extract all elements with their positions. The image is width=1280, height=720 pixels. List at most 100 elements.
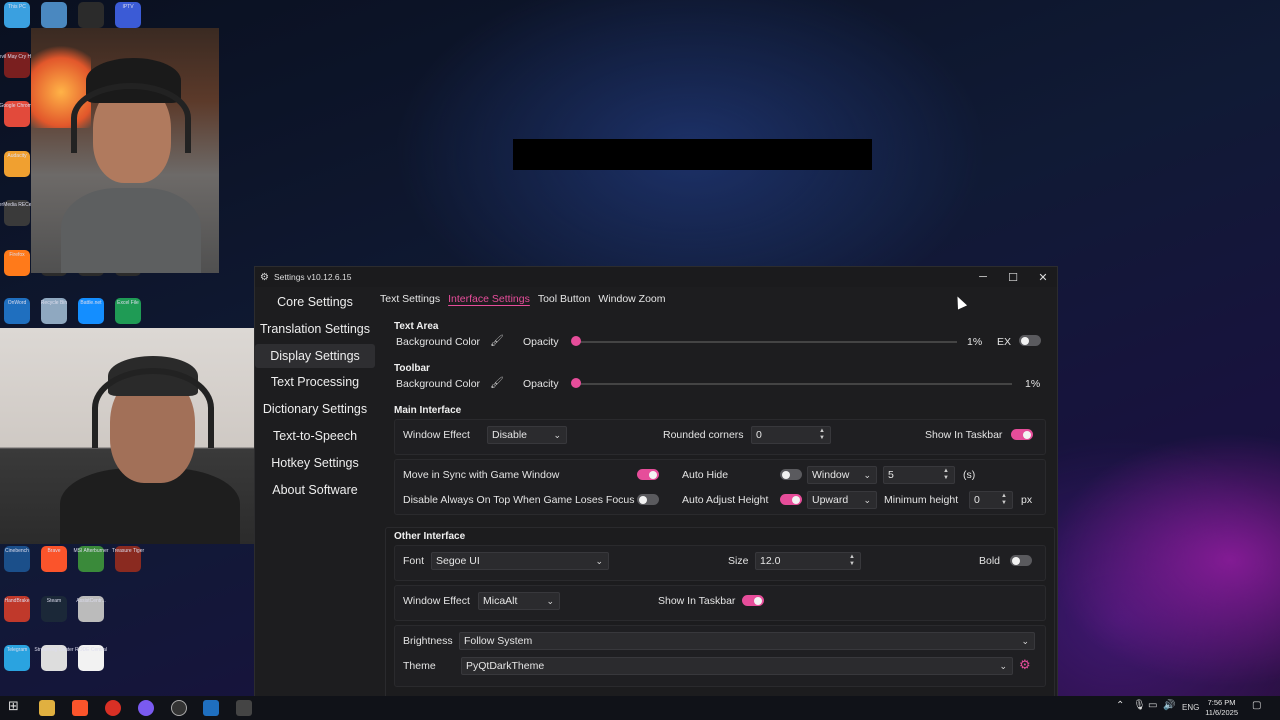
clock-date: 11/6/2025 [1205, 708, 1238, 717]
font-value: Segoe UI [436, 555, 480, 567]
desktop-shortcut[interactable]: Devil May Cry HD... [0, 52, 39, 78]
tab-text-settings[interactable]: Text Settings [380, 293, 440, 305]
bold-toggle[interactable] [1010, 555, 1032, 566]
desktop-shortcut[interactable] [37, 2, 71, 28]
spin-arrows-icon[interactable]: ▲ ▼ [943, 468, 949, 482]
chevron-down-icon: ⌄ [1021, 636, 1029, 646]
text-area-opacity-value: 1% [967, 336, 983, 348]
desktop-shortcut[interactable]: HandBrake [0, 596, 34, 622]
other-show-taskbar-toggle[interactable] [742, 595, 764, 606]
main-window-effect-select[interactable]: Disable ⌄ [487, 426, 567, 444]
microphone-icon[interactable]: 🎙 [1133, 700, 1146, 711]
network-icon[interactable]: ▭ [1148, 700, 1157, 711]
desktop-shortcut[interactable]: OnWord [0, 298, 34, 324]
translator-taskbar-icon[interactable] [203, 700, 219, 716]
tray-chevron-up-icon[interactable]: ⌃ [1116, 700, 1124, 711]
brightness-select[interactable]: Follow System ⌄ [459, 632, 1035, 650]
title-bar[interactable]: ⚙ Settings v10.12.6.15 [255, 267, 1057, 287]
text-area-color-picker-icon[interactable]: 🖌 [490, 334, 504, 347]
auto-hide-toggle[interactable] [780, 469, 802, 480]
toolbar-color-picker-icon[interactable]: 🖌 [490, 376, 504, 389]
spin-arrows-icon[interactable]: ▲ ▼ [849, 554, 855, 568]
font-select[interactable]: Segoe UI ⌄ [431, 552, 609, 570]
language-indicator[interactable]: ENG [1182, 703, 1199, 712]
windows-start-icon[interactable]: ⊞ [8, 698, 19, 714]
desktop-shortcut[interactable]: Audacity [0, 151, 34, 177]
desktop-shortcut[interactable] [74, 2, 108, 28]
desktop-shortcut-label: Recycle Bin [40, 300, 68, 306]
tab-interface-settings[interactable]: Interface Settings [448, 293, 530, 305]
sidebar-item-about-software[interactable]: About Software [255, 478, 375, 502]
desktop-shortcut[interactable]: Battle.net [74, 298, 108, 324]
auto-height-direction-select[interactable]: Upward ⌄ [807, 491, 877, 509]
desktop-shortcut-label: Google Chrome [0, 103, 35, 109]
always-on-top-label: Disable Always On Top When Game Loses Fo… [403, 494, 635, 506]
chevron-down-icon: ⌄ [863, 470, 871, 480]
chrome-taskbar-icon[interactable] [105, 700, 121, 716]
minimize-button[interactable]: ─ [968, 269, 998, 285]
auto-adjust-height-toggle[interactable] [780, 494, 802, 505]
sync-game-window-toggle[interactable] [637, 469, 659, 480]
desktop-shortcut-label: Firefox [9, 252, 25, 258]
desktop-shortcut[interactable]: Streaming Center [34, 645, 74, 671]
minimum-height-spinbox[interactable]: 0 ▲ ▼ [969, 491, 1013, 509]
theme-select[interactable]: PyQtDarkTheme ⌄ [461, 657, 1013, 675]
sidebar-item-text-processing[interactable]: Text Processing [255, 370, 375, 394]
desktop-shortcut[interactable]: Firefox [0, 250, 34, 276]
tab-window-zoom[interactable]: Window Zoom [598, 293, 665, 305]
desktop-shortcut[interactable]: Cinebench [0, 546, 34, 572]
desktop-shortcut[interactable]: Steam [37, 596, 71, 622]
settings-gear-icon: ⚙ [260, 271, 269, 283]
app-taskbar-icon[interactable] [138, 700, 154, 716]
desktop-shortcut[interactable]: AVerMedia RECentral [0, 200, 41, 226]
desktop-shortcut[interactable]: MSI Afterburner [74, 546, 109, 572]
always-on-top-toggle[interactable] [637, 494, 659, 505]
desktop-shortcut-label: Steam [46, 598, 62, 604]
close-button[interactable]: ✕ [1028, 269, 1058, 285]
sidebar-item-hotkey-settings[interactable]: Hotkey Settings [255, 451, 375, 475]
tab-tool-button[interactable]: Tool Button [538, 293, 591, 305]
sidebar-item-text-to-speech[interactable]: Text-to-Speech [255, 424, 375, 448]
auto-hide-seconds-spinbox[interactable]: 5 ▲ ▼ [883, 466, 955, 484]
sidebar-item-display-settings[interactable]: Display Settings [255, 343, 375, 368]
toolbar-opacity-slider[interactable] [572, 383, 1012, 385]
rounded-corners-label: Rounded corners [663, 429, 744, 441]
toolbar-opacity-handle[interactable] [571, 378, 582, 388]
main-show-taskbar-toggle[interactable] [1011, 429, 1033, 440]
text-area-opacity-slider[interactable] [572, 341, 957, 343]
desktop-shortcut[interactable]: Brave [37, 546, 71, 572]
auto-hide-unit: (s) [963, 469, 976, 481]
desktop-shortcut[interactable]: AssistCentr... [74, 596, 108, 622]
desktop-shortcut[interactable]: Excel File [111, 298, 145, 324]
spin-arrows-icon[interactable]: ▲ ▼ [819, 428, 825, 442]
desktop-shortcut[interactable]: This PC [0, 2, 34, 28]
auto-hide-mode-select[interactable]: Window ⌄ [807, 466, 877, 484]
maximize-button[interactable]: ☐ [998, 269, 1028, 285]
desktop-shortcut[interactable]: RODE Central [74, 645, 108, 671]
sidebar-item-dictionary-settings[interactable]: Dictionary Settings [255, 397, 375, 421]
desktop-shortcut[interactable]: Treasure Tiger [111, 546, 145, 572]
spin-arrows-icon[interactable]: ▲ ▼ [1001, 493, 1007, 507]
desktop-shortcut[interactable]: Google Chrome [0, 101, 35, 127]
desktop-shortcut[interactable]: Recycle Bin [37, 298, 71, 324]
volume-icon[interactable]: 🔊 [1163, 700, 1175, 711]
theme-settings-gear-icon[interactable]: ⚙ [1019, 657, 1031, 673]
settings-taskbar-icon[interactable] [236, 700, 252, 716]
obs-taskbar-icon[interactable] [171, 700, 187, 716]
rounded-corners-spinbox[interactable]: 0 ▲ ▼ [751, 426, 831, 444]
sidebar-item-core-settings[interactable]: Core Settings [255, 290, 375, 314]
size-spinbox[interactable]: 12.0 ▲ ▼ [755, 552, 861, 570]
notification-icon[interactable]: ▢ [1252, 700, 1261, 711]
file-explorer-icon[interactable] [39, 700, 55, 716]
other-window-effect-select[interactable]: MicaAlt ⌄ [478, 592, 560, 610]
desktop-shortcut[interactable]: Telegram [0, 645, 34, 671]
desktop-shortcut[interactable]: IPTV [111, 2, 145, 28]
chevron-down-icon: ⌄ [999, 661, 1007, 671]
other-interface-title: Other Interface [394, 531, 466, 542]
brave-taskbar-icon[interactable] [72, 700, 88, 716]
sidebar-item-translation-settings[interactable]: Translation Settings [255, 317, 375, 341]
rounded-corners-value: 0 [756, 429, 762, 441]
ex-toggle[interactable] [1019, 335, 1041, 346]
clock[interactable]: 7:56 PM 11/6/2025 [1205, 698, 1238, 718]
text-area-opacity-handle[interactable] [570, 336, 581, 346]
